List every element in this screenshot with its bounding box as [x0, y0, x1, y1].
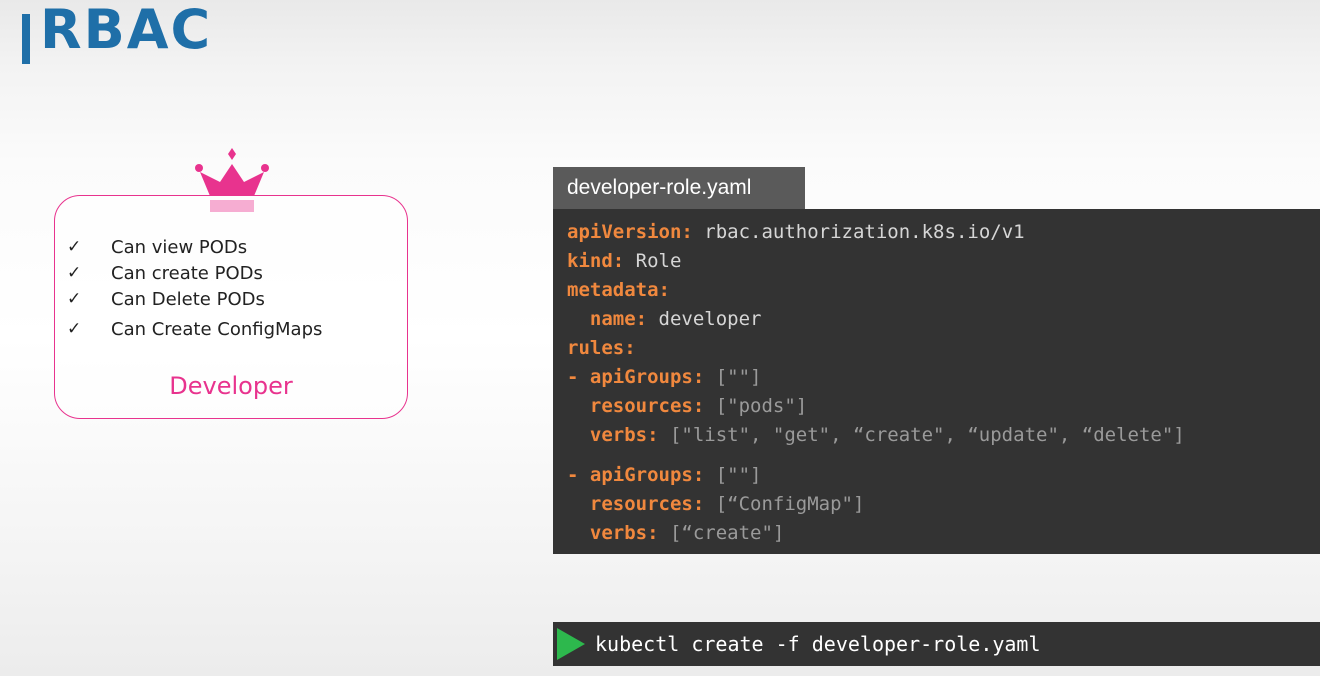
code-line: - apiGroups: [""]	[567, 461, 1320, 490]
permission-item: ✓ Can create PODs	[67, 260, 322, 286]
code-value: developer	[647, 308, 762, 330]
code-key: apiGroups:	[589, 366, 705, 388]
permission-item: ✓ Can view PODs	[67, 234, 322, 260]
role-card: ✓ Can view PODs ✓ Can create PODs ✓ Can …	[54, 195, 408, 419]
code-key: resources:	[567, 395, 705, 417]
code-key: resources:	[567, 493, 705, 515]
code-line: resources: ["pods"]	[567, 392, 1320, 421]
code-key: kind:	[567, 250, 625, 272]
file-name-tab: developer-role.yaml	[553, 167, 805, 209]
code-line: rules:	[567, 334, 1320, 363]
code-key: rules:	[567, 337, 636, 359]
code-key: verbs:	[567, 522, 659, 544]
page-title: RBAC	[40, 0, 213, 61]
code-value: [“ConfigMap"]	[704, 493, 865, 515]
permission-label: Can view PODs	[111, 236, 248, 258]
code-key: apiVersion:	[567, 221, 693, 243]
permission-label: Can create PODs	[111, 262, 263, 284]
code-value: Role	[624, 250, 682, 272]
check-icon: ✓	[67, 263, 82, 283]
code-key: metadata:	[567, 279, 670, 301]
permission-label: Can Create ConfigMaps	[111, 318, 323, 340]
check-icon: ✓	[67, 319, 82, 339]
code-line: kind: Role	[567, 247, 1320, 276]
code-value: ["list", "get", “create", “update", “del…	[658, 424, 1185, 446]
code-value: rbac.authorization.k8s.io/v1	[692, 221, 1025, 243]
code-line: resources: [“ConfigMap"]	[567, 490, 1320, 519]
terminal-command-bar: kubectl create -f developer-role.yaml	[553, 622, 1320, 666]
permission-item: ✓ Can Create ConfigMaps	[67, 316, 322, 342]
check-icon: ✓	[67, 289, 82, 309]
code-line: - apiGroups: [""]	[567, 363, 1320, 392]
code-key: apiGroups:	[589, 464, 705, 486]
role-name: Developer	[169, 372, 293, 400]
code-value: [“create"]	[658, 522, 785, 544]
code-line: name: developer	[567, 305, 1320, 334]
code-key: verbs:	[567, 424, 659, 446]
title-accent-bar	[22, 14, 30, 64]
code-value: [""]	[704, 366, 762, 388]
code-line: verbs: ["list", "get", “create", “update…	[567, 421, 1320, 450]
terminal-command: kubectl create -f developer-role.yaml	[595, 632, 1041, 656]
code-line: verbs: [“create"]	[567, 519, 1320, 548]
check-icon: ✓	[67, 237, 82, 257]
code-value: [""]	[704, 464, 762, 486]
yaml-code-block: apiVersion: rbac.authorization.k8s.io/v1…	[553, 209, 1320, 554]
code-line: metadata:	[567, 276, 1320, 305]
permission-item: ✓ Can Delete PODs	[67, 286, 322, 312]
code-dash: -	[567, 464, 590, 486]
permission-label: Can Delete PODs	[111, 288, 265, 310]
code-dash: -	[567, 366, 590, 388]
play-icon[interactable]	[557, 628, 585, 660]
code-key: name:	[567, 308, 648, 330]
permission-list: ✓ Can view PODs ✓ Can create PODs ✓ Can …	[67, 234, 322, 342]
code-value: ["pods"]	[704, 395, 808, 417]
code-line: apiVersion: rbac.authorization.k8s.io/v1	[567, 218, 1320, 247]
